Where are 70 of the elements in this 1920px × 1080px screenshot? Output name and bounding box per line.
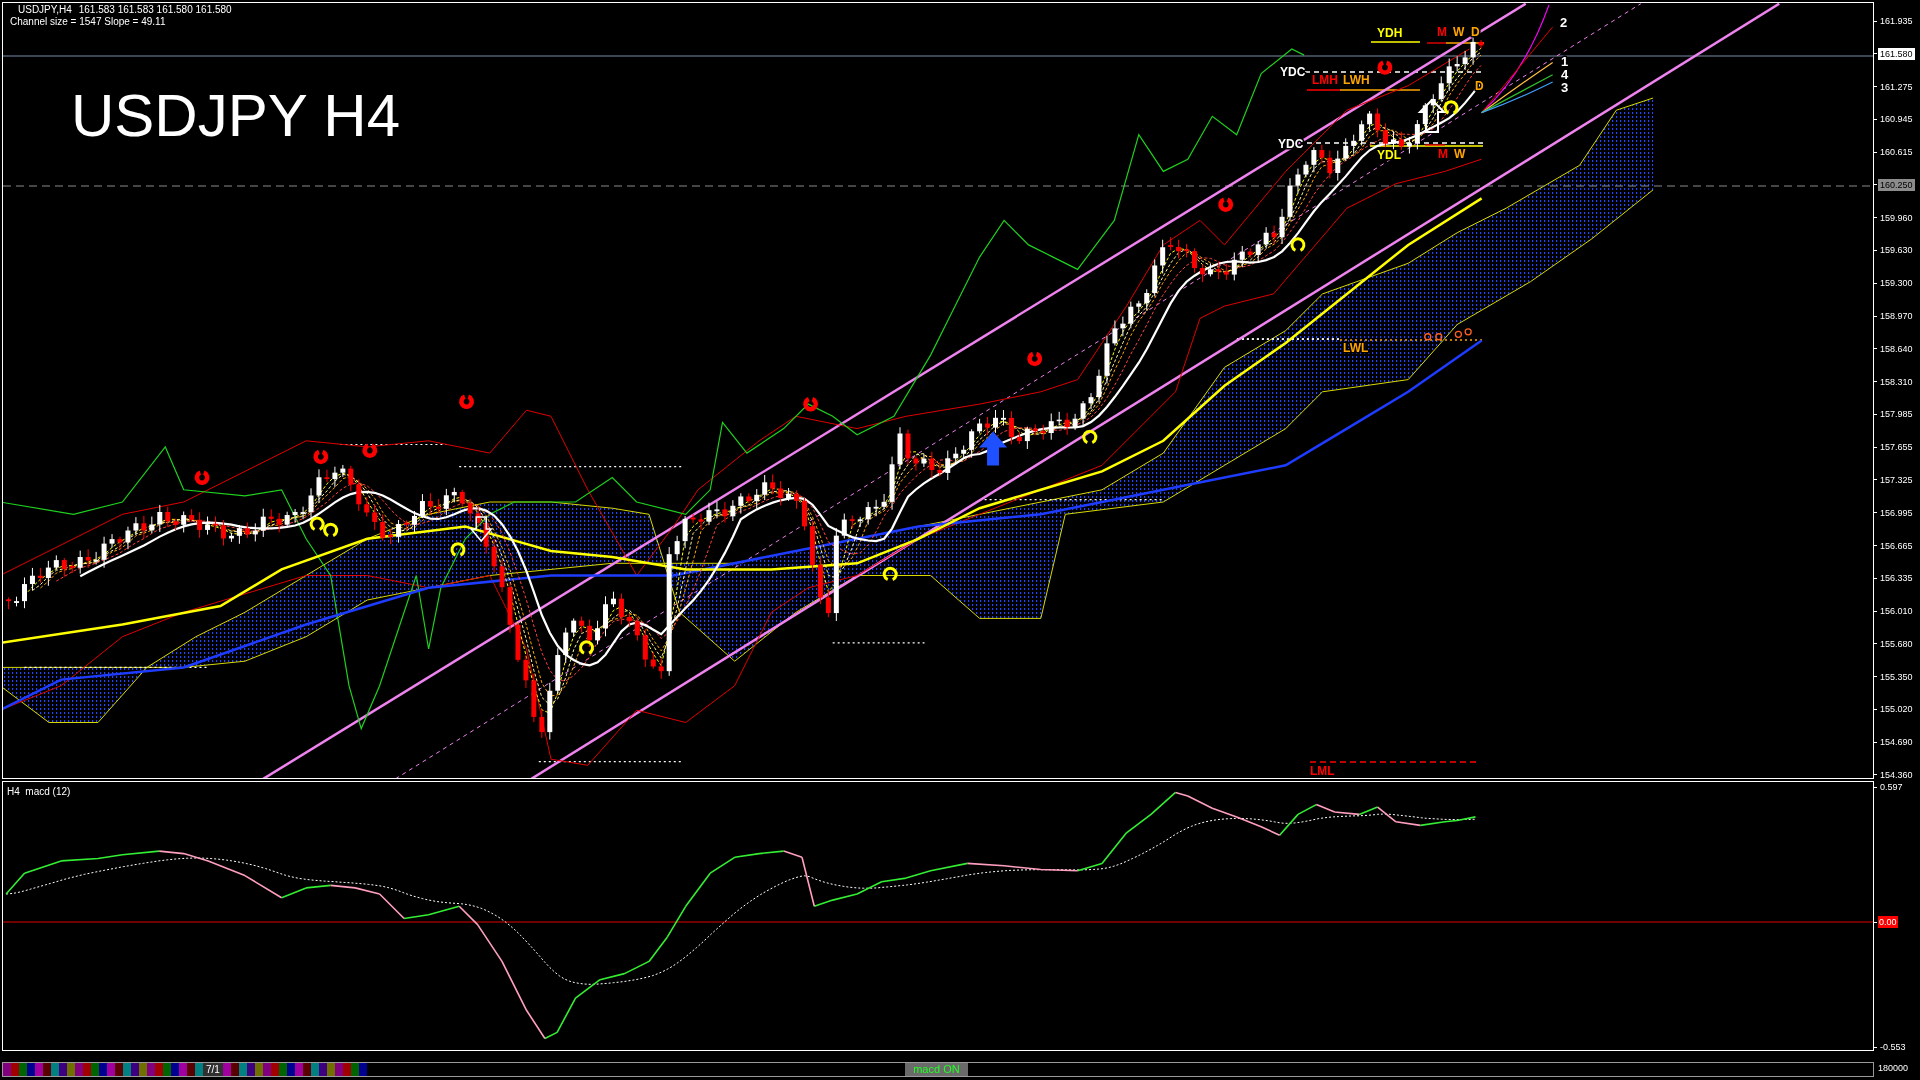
price-axis-label: 158.640 — [1880, 342, 1913, 355]
open-ring-icon — [450, 542, 466, 557]
price-axis-label: 161.935 — [1880, 15, 1913, 27]
level-label: M — [1437, 25, 1447, 39]
price-axis-label: 156.995 — [1880, 506, 1913, 519]
price-axis-label: 156.335 — [1880, 572, 1913, 585]
macd-title: H4 macd (12) — [7, 786, 71, 798]
level-label: LML — [1310, 764, 1335, 778]
price-axis-label: 157.655 — [1880, 441, 1913, 454]
level-label: M — [1438, 147, 1448, 161]
price-axis-label: 159.300 — [1880, 277, 1913, 290]
level-label: YDH — [1377, 26, 1403, 40]
down-arrow-icon — [469, 516, 493, 543]
price-axis-label: 160.615 — [1880, 146, 1913, 159]
level-label: LWH — [1343, 73, 1370, 87]
level-label: W — [1454, 147, 1466, 161]
horseshoe-marker-icon — [1377, 60, 1393, 75]
price-axis-label: 0.597 — [1880, 781, 1903, 793]
price-axis-label: 158.970 — [1880, 310, 1913, 323]
price-axis-label: 154.690 — [1880, 736, 1913, 749]
horseshoe-marker-icon — [362, 443, 378, 458]
horseshoe-marker-icon — [803, 397, 818, 412]
up-arrow-icon — [1417, 98, 1447, 133]
level-label: 2 — [1560, 15, 1568, 30]
level-price-label: 160.250 — [1878, 178, 1915, 191]
level-label: 3 — [1561, 80, 1569, 95]
price-axis-label: 155.350 — [1880, 670, 1913, 683]
ohlc-quote: 161.583 161.583 161.580 161.580 — [78, 4, 232, 16]
level-label: W — [1453, 25, 1465, 39]
channel-info-text: Channel size = 1547 Slope = 49.11 — [10, 16, 166, 28]
price-axis-label: 155.680 — [1880, 637, 1913, 650]
price-axis-label: 157.325 — [1880, 473, 1913, 486]
horseshoe-marker-icon — [1218, 197, 1234, 212]
horseshoe-marker-icon — [194, 470, 210, 485]
up-arrow-icon — [979, 431, 1008, 466]
chart-title: USDJPY H4 — [71, 86, 400, 146]
open-ring-icon — [1082, 429, 1098, 444]
level-label: YDL — [1377, 148, 1401, 162]
zero-level-label: 0.00 — [1878, 916, 1898, 928]
indicator-status: macd ON — [904, 1063, 968, 1076]
price-axis-label: 156.665 — [1880, 539, 1913, 552]
level-label: 1 — [1561, 54, 1569, 69]
price-axis-label: -0.553 — [1880, 1041, 1906, 1053]
price-axis-label: 158.310 — [1880, 375, 1913, 388]
price-axis-label: 160.945 — [1880, 113, 1913, 126]
level-label: LMH — [1312, 73, 1338, 87]
level-label: LWL — [1343, 341, 1369, 355]
open-ring-icon — [309, 516, 325, 531]
open-ring-icon — [882, 566, 898, 581]
open-ring-icon — [579, 640, 594, 655]
price-axis-label: 159.960 — [1880, 211, 1913, 224]
volume-label: 180000 — [1878, 1062, 1909, 1074]
price-axis-label: 156.010 — [1880, 605, 1913, 618]
price-axis-label: 161.275 — [1880, 80, 1913, 93]
symbol-label: USDJPY,H4 — [18, 4, 72, 16]
price-axis-label: 159.630 — [1880, 244, 1913, 257]
horseshoe-marker-icon — [1027, 352, 1043, 367]
open-ring-icon — [1290, 237, 1306, 252]
page-label: 7/1 — [203, 1063, 223, 1076]
price-axis-label: 154.360 — [1880, 768, 1913, 781]
horseshoe-marker-icon — [313, 450, 329, 465]
horseshoe-marker-icon — [459, 394, 474, 409]
level-label: YDC — [1280, 65, 1306, 79]
open-ring-icon — [323, 522, 339, 537]
open-ring-icon — [1443, 100, 1459, 115]
level-label: 4 — [1561, 67, 1569, 82]
level-line — [1370, 41, 1421, 43]
bid-price-label: 161.580 — [1878, 47, 1915, 60]
price-axis-label: 155.020 — [1880, 703, 1913, 716]
price-axis-label: 157.985 — [1880, 408, 1913, 421]
